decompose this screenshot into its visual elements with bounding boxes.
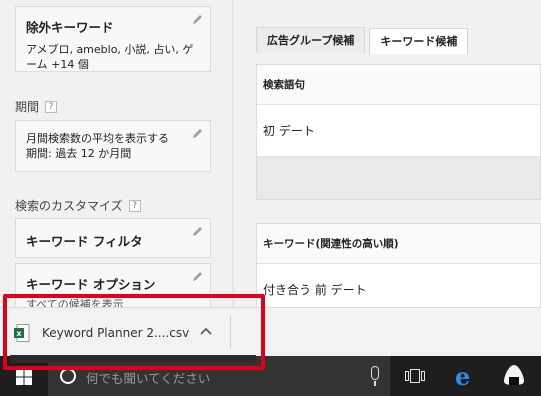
onigiri-app-icon[interactable] [503, 364, 525, 386]
svg-text:x: x [16, 329, 22, 338]
keyword-ideas-table: キーワード(関連性の高い順) 付き合う 前 デート [256, 223, 541, 317]
results-tabs: 広告グループ候補 キーワード候補 [256, 27, 472, 54]
period-label: 期間 [15, 100, 40, 114]
keyword-options-label: キーワード オプション [26, 277, 156, 292]
keyword-filter-label: キーワード フィルタ [26, 234, 143, 249]
download-file-name: Keyword Planner 2....csv [42, 326, 190, 340]
pencil-icon[interactable] [192, 127, 204, 139]
tab-ad-group-ideas[interactable]: 広告グループ候補 [256, 27, 366, 53]
download-item[interactable]: x Keyword Planner 2....csv [14, 318, 189, 348]
excel-file-icon: x [14, 324, 30, 342]
keyword-filter-card[interactable]: キーワード フィルタ [15, 218, 211, 258]
period-line1: 月間検索数の平均を表示する [26, 132, 169, 145]
pencil-icon[interactable] [192, 13, 204, 25]
search-terms-header[interactable]: 検索語句 [257, 65, 540, 105]
keyword-options-card[interactable]: キーワード オプション すべての候補を表示 [15, 263, 211, 311]
period-line2: 期間: 過去 12 か月間 [26, 147, 132, 160]
period-card[interactable]: 月間検索数の平均を表示する 期間: 過去 12 か月間 [15, 120, 211, 172]
period-section-label: 期間 ? [15, 98, 58, 115]
tab-keyword-ideas[interactable]: キーワード候補 [369, 28, 469, 54]
cortana-icon [60, 368, 76, 384]
download-bar-strip [10, 355, 256, 363]
negative-keywords-title: 除外キーワード [26, 20, 114, 35]
microphone-icon[interactable] [371, 366, 379, 386]
pencil-icon[interactable] [192, 225, 204, 237]
keyword-ideas-header[interactable]: キーワード(関連性の高い順) [257, 224, 540, 264]
pencil-icon[interactable] [192, 270, 204, 282]
help-icon[interactable]: ? [128, 199, 141, 212]
table-spacer [257, 157, 540, 199]
negative-keywords-list: アメブロ, ameblo, 小説, 占い, ゲーム +14 個 [26, 43, 194, 71]
search-terms-table: 検索語句 初 デート [256, 64, 541, 200]
download-separator [230, 316, 231, 348]
table-row: 初 デート [257, 105, 540, 157]
negative-keywords-card[interactable]: 除外キーワード アメブロ, ameblo, 小説, 占い, ゲーム +14 個 [15, 6, 211, 72]
download-bar: x Keyword Planner 2....csv [0, 307, 541, 354]
search-customize-label: 検索のカスタマイズ [15, 199, 123, 213]
search-placeholder: 何でも聞いてください [86, 371, 211, 386]
help-icon[interactable]: ? [45, 100, 58, 113]
windows-start-icon[interactable] [16, 369, 32, 385]
edge-browser-icon[interactable]: e [455, 362, 470, 391]
search-customize-section-label: 検索のカスタマイズ ? [15, 197, 141, 214]
chevron-up-icon[interactable] [200, 324, 212, 338]
task-view-icon[interactable] [405, 369, 425, 383]
